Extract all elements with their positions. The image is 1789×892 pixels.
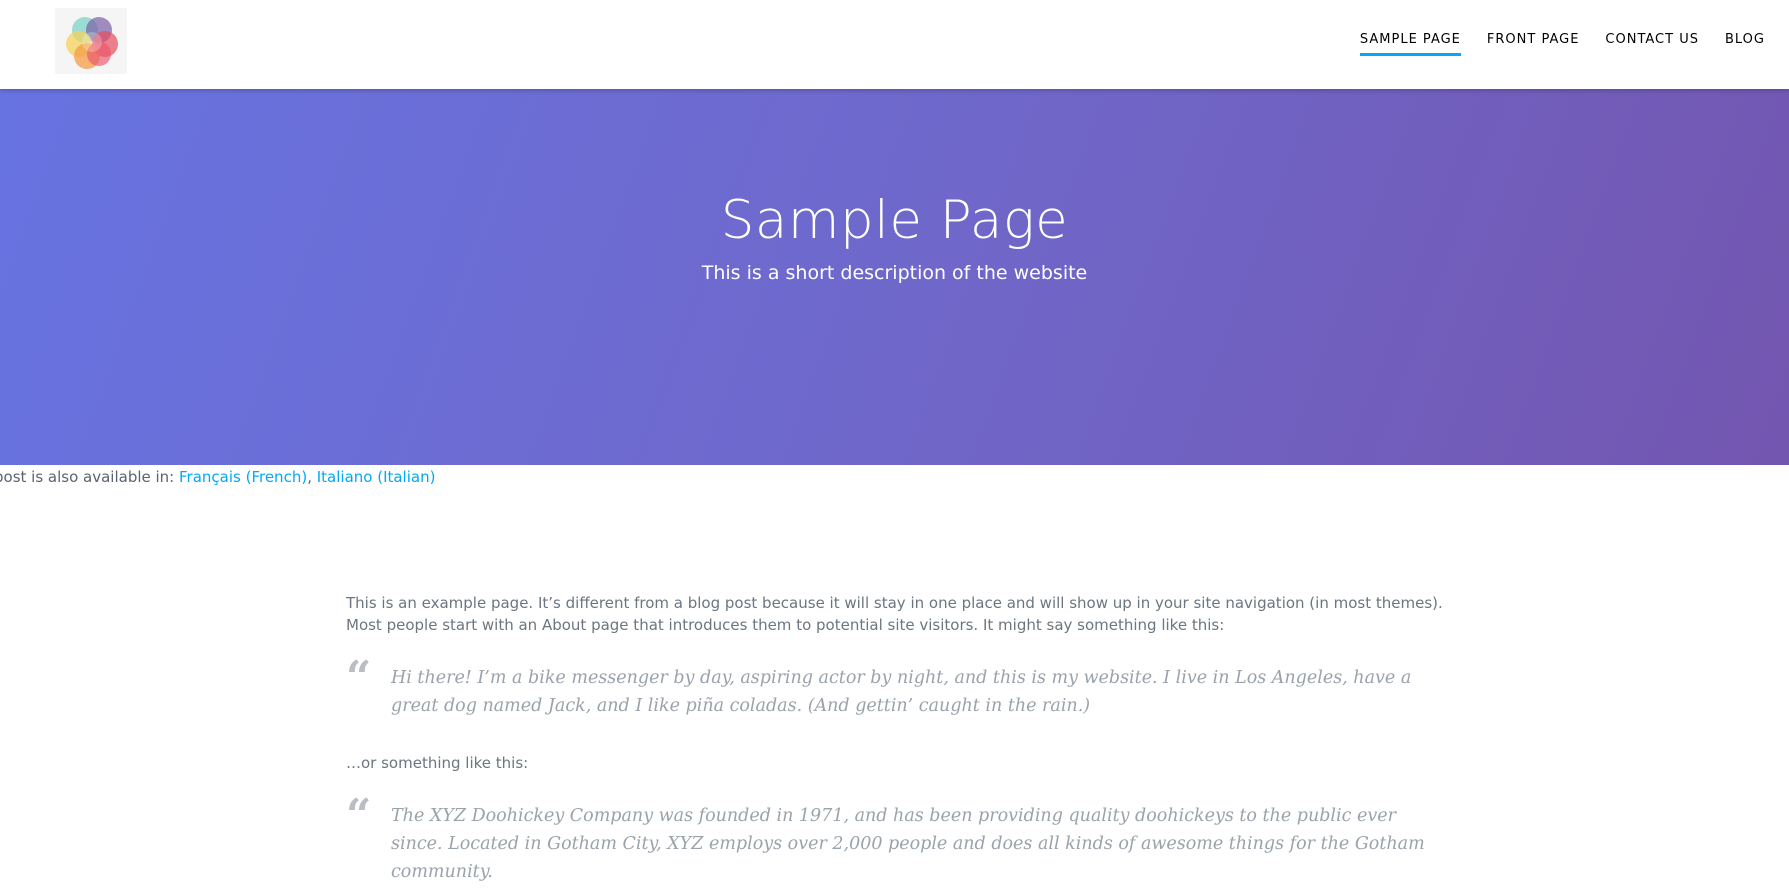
site-description: This is a short description of the websi… <box>701 262 1088 284</box>
intro-paragraph: This is an example page. It’s different … <box>346 594 1443 634</box>
main-nav: SAMPLE PAGE FRONT PAGE CONTACT US BLOG <box>1334 30 1765 56</box>
blockquote-1: “ Hi there! I’m a bike messenger by day,… <box>346 656 1446 720</box>
hero-banner: Sample Page This is a short description … <box>0 89 1789 465</box>
nav-item-contact-us[interactable]: CONTACT US <box>1605 30 1699 56</box>
quote-text: The XYZ Doohickey Company was founded in… <box>391 806 1425 882</box>
between-paragraph: …or something like this: <box>346 754 529 772</box>
flower-logo-icon <box>66 17 118 69</box>
quote-text: Hi there! I’m a bike messenger by day, a… <box>391 668 1412 716</box>
nav-item-sample-page[interactable]: SAMPLE PAGE <box>1359 30 1461 56</box>
language-separator: , <box>307 468 317 486</box>
language-link-italian[interactable]: Italiano (Italian) <box>317 468 436 486</box>
site-logo[interactable] <box>55 8 127 74</box>
site-header: SAMPLE PAGE FRONT PAGE CONTACT US BLOG <box>0 0 1789 89</box>
blockquote-2: “ The XYZ Doohickey Company was founded … <box>346 794 1446 886</box>
nav-item-front-page[interactable]: FRONT PAGE <box>1487 30 1580 56</box>
nav-item-blog[interactable]: BLOG <box>1725 30 1765 56</box>
quote-mark-icon: “ <box>346 652 372 703</box>
language-link-french[interactable]: Français (French) <box>179 468 307 486</box>
language-prefix: post is also available in: <box>0 468 180 486</box>
language-availability: post is also available in: Français (Fre… <box>0 466 435 488</box>
page-title: Sample Page <box>720 190 1069 251</box>
page-content: This is an example page. It’s different … <box>346 592 1446 886</box>
quote-mark-icon: “ <box>346 790 372 841</box>
